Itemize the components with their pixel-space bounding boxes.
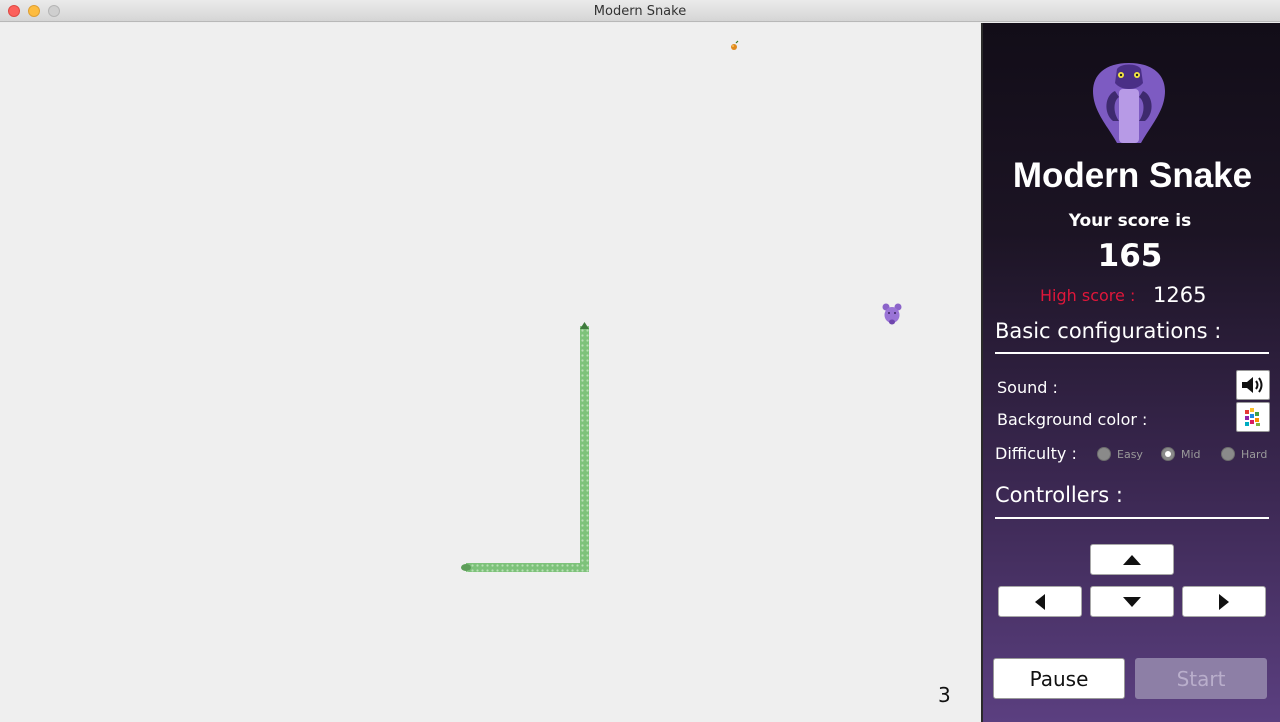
- cobra-icon: [1093, 63, 1165, 143]
- app-name: Modern Snake: [1012, 156, 1253, 195]
- section-divider: [995, 517, 1269, 519]
- fruit-icon: [731, 40, 739, 50]
- level-indicator: 3: [938, 683, 951, 707]
- arrow-left-icon: [1035, 593, 1045, 610]
- purple-mouse-icon: [882, 303, 902, 325]
- game-board[interactable]: 3: [0, 23, 980, 722]
- radio-indicator: [1221, 447, 1235, 461]
- radio-label: Hard: [1241, 447, 1268, 461]
- pause-button[interactable]: Pause: [993, 658, 1125, 699]
- difficulty-label: Difficulty :: [995, 444, 1077, 463]
- board-canvas: [461, 40, 902, 572]
- arrow-up-icon: [1123, 554, 1141, 565]
- difficulty-mid-radio[interactable]: Mid: [1161, 447, 1201, 461]
- sound-label: Sound :: [997, 378, 1058, 397]
- left-button[interactable]: [998, 586, 1082, 617]
- speaker-icon: [1242, 377, 1263, 393]
- difficulty-hard-radio[interactable]: Hard: [1221, 447, 1267, 461]
- difficulty-easy-radio[interactable]: Easy: [1097, 447, 1143, 461]
- background-color-button[interactable]: [1236, 402, 1270, 432]
- section-divider: [995, 352, 1269, 354]
- radio-label: Easy: [1117, 447, 1143, 461]
- snake: [461, 322, 589, 572]
- down-button[interactable]: [1090, 586, 1174, 617]
- background-color-label: Background color :: [997, 410, 1148, 429]
- radio-label: Mid: [1181, 447, 1201, 461]
- high-score-label: High score :: [1040, 286, 1136, 305]
- radio-indicator: [1161, 447, 1175, 461]
- radio-indicator: [1097, 447, 1111, 461]
- up-button[interactable]: [1090, 544, 1174, 575]
- snake-tail: [461, 564, 471, 571]
- score-value: 165: [1097, 238, 1163, 274]
- arrow-right-icon: [1219, 593, 1229, 610]
- side-panel: Modern Snake Your score is 165 High scor…: [981, 23, 1280, 722]
- color-palette-icon: [1245, 408, 1260, 426]
- high-score-value: 1265: [1153, 283, 1207, 307]
- controllers-title: Controllers :: [995, 483, 1123, 507]
- basic-configurations-title: Basic configurations :: [995, 319, 1222, 343]
- snake-head: [580, 322, 589, 329]
- arrow-down-icon: [1123, 596, 1141, 607]
- title-bar: Modern Snake: [0, 0, 1280, 22]
- right-button[interactable]: [1182, 586, 1266, 617]
- window-title: Modern Snake: [593, 4, 687, 19]
- start-button[interactable]: Start: [1135, 658, 1267, 699]
- score-caption: Your score is: [1068, 211, 1192, 231]
- sound-toggle-button[interactable]: [1236, 370, 1270, 400]
